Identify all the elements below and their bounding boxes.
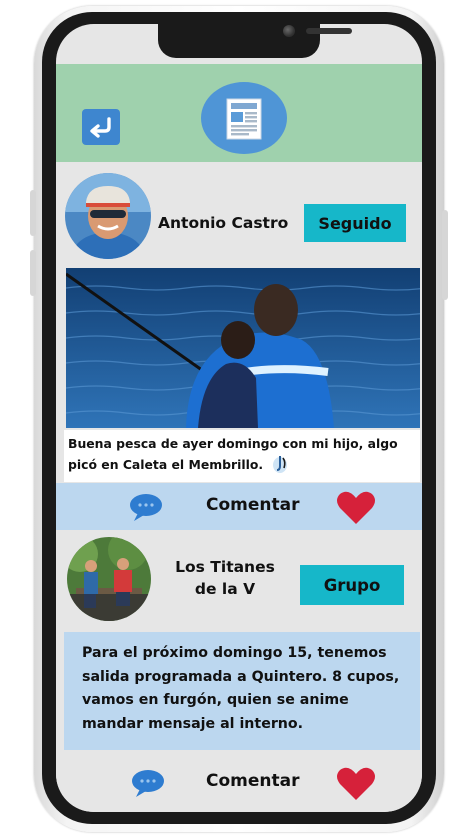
caption-text: Buena pesca de ayer domingo con mi hijo,…	[68, 436, 398, 472]
news-feed-badge	[201, 82, 287, 154]
front-camera	[283, 25, 295, 37]
group-name-line2: de la V	[194, 580, 256, 598]
group-button[interactable]: Grupo	[300, 565, 404, 605]
group-name-line1: Los Titanes	[175, 558, 275, 576]
group-post-text: Para el próximo domingo 15, tenemos sali…	[64, 632, 420, 750]
app-header	[56, 64, 422, 162]
power-button	[442, 210, 448, 300]
volume-up-button	[30, 190, 36, 236]
speech-bubble-icon[interactable]	[128, 492, 164, 522]
heart-icon[interactable]	[336, 766, 376, 802]
fishing-photo	[66, 268, 420, 428]
post-caption: Buena pesca de ayer domingo con mi hijo,…	[64, 430, 420, 482]
app-screen: Antonio Castro Seguido Buena pesca de ay…	[56, 24, 422, 812]
comment-button[interactable]: Comentar	[206, 771, 299, 791]
following-button[interactable]: Seguido	[304, 204, 406, 242]
author-name[interactable]: Antonio Castro	[158, 214, 288, 232]
speech-bubble-icon[interactable]	[130, 768, 166, 798]
newspaper-icon	[226, 98, 262, 140]
avatar-photo	[67, 537, 151, 621]
back-button[interactable]	[82, 109, 120, 145]
fishing-hook-icon	[273, 456, 288, 473]
return-arrow-icon	[90, 117, 111, 138]
heart-icon[interactable]	[336, 490, 376, 526]
comment-button[interactable]: Comentar	[206, 495, 299, 515]
speaker-grille	[306, 28, 352, 34]
phone-notch	[158, 24, 352, 58]
avatar-antonio[interactable]	[64, 172, 152, 260]
volume-down-button	[30, 250, 36, 296]
group-name[interactable]: Los Titanes de la V	[160, 556, 290, 600]
post-photo[interactable]	[66, 268, 420, 428]
avatar-photo	[65, 173, 151, 259]
avatar-los-titanes[interactable]	[66, 536, 152, 622]
